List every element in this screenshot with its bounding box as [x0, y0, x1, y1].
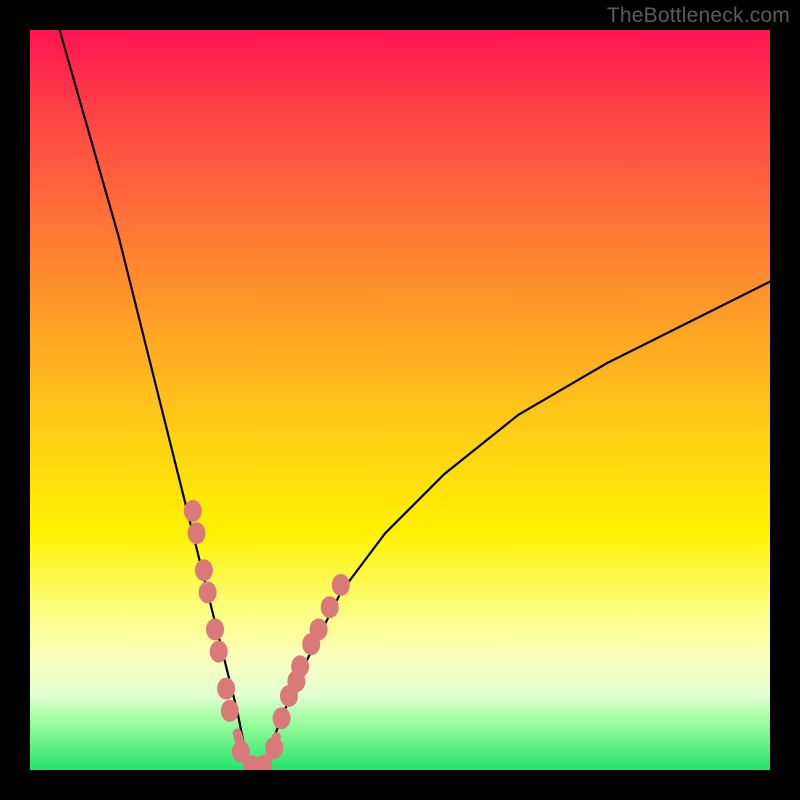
data-marker — [291, 655, 309, 677]
data-marker — [273, 707, 291, 729]
bottleneck-curve — [60, 30, 770, 770]
data-marker — [265, 737, 283, 759]
data-marker — [199, 581, 217, 603]
plot-area — [30, 30, 770, 770]
data-markers — [184, 500, 350, 770]
data-marker — [221, 700, 239, 722]
chart-frame: TheBottleneck.com — [0, 0, 800, 800]
data-marker — [332, 574, 350, 596]
data-marker — [321, 596, 339, 618]
curve-layer — [30, 30, 770, 770]
data-marker — [210, 641, 228, 663]
data-marker — [310, 618, 328, 640]
watermark-text: TheBottleneck.com — [607, 4, 790, 28]
data-marker — [217, 678, 235, 700]
data-marker — [195, 559, 213, 581]
data-marker — [184, 500, 202, 522]
data-marker — [206, 618, 224, 640]
data-marker — [188, 522, 206, 544]
